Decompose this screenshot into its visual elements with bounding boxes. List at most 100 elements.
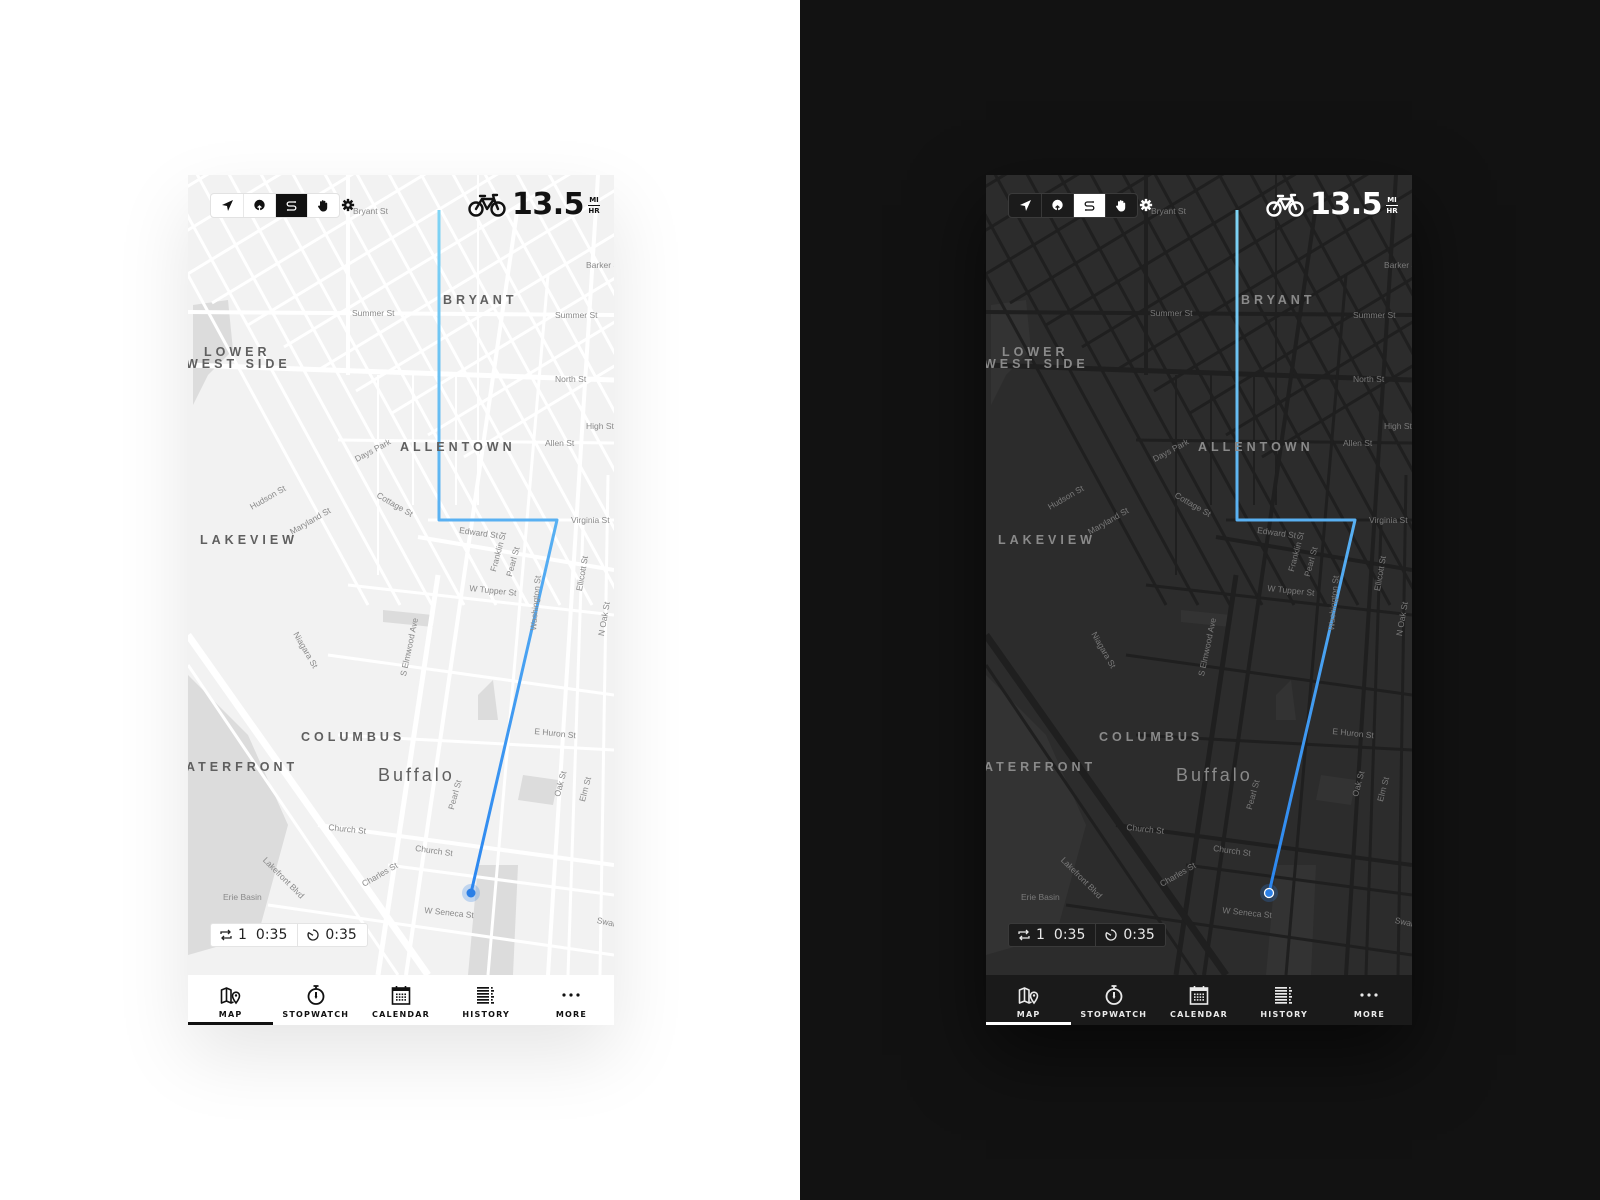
street-label: High St bbox=[586, 421, 614, 431]
mode-button-segments[interactable] bbox=[275, 194, 307, 217]
map-mode-toolbar bbox=[1008, 193, 1138, 218]
city-label: Buffalo bbox=[1176, 765, 1253, 785]
mode-button-pan[interactable] bbox=[307, 194, 339, 217]
nav-tab-map[interactable]: MAP bbox=[986, 975, 1072, 1025]
street-label: Summer St bbox=[352, 308, 395, 318]
settings-button[interactable] bbox=[1138, 197, 1154, 213]
stopwatch-icon bbox=[1105, 985, 1123, 1005]
neighborhood-label: BRYANT bbox=[1241, 293, 1316, 307]
nav-tab-history[interactable]: HISTORY bbox=[444, 975, 529, 1025]
street-label: Virginia St bbox=[1369, 515, 1408, 525]
nav-tab-label: CALENDAR bbox=[1170, 1010, 1228, 1019]
active-tab-indicator bbox=[986, 1022, 1072, 1025]
street-label: Summer St bbox=[555, 310, 598, 320]
street-label: Barker St bbox=[586, 260, 614, 270]
street-label: Erie Basin bbox=[1021, 892, 1060, 902]
tab-indicator bbox=[1327, 1022, 1412, 1025]
mode-button-route[interactable] bbox=[1041, 194, 1073, 217]
nav-tab-history[interactable]: HISTORY bbox=[1242, 975, 1327, 1025]
street-label: Allen St bbox=[545, 438, 575, 448]
street-label: North St bbox=[555, 374, 587, 384]
map-block bbox=[518, 775, 558, 805]
repeat-icon bbox=[220, 929, 232, 941]
map-view[interactable]: BRYANT LOWER WEST SIDE ALLENTOWN LAKEVIEW COL… bbox=[188, 175, 614, 975]
navigation-arrow-icon bbox=[1019, 200, 1031, 211]
nav-tab-label: MAP bbox=[218, 1010, 243, 1019]
map-mode-toolbar bbox=[210, 193, 340, 218]
list-icon bbox=[477, 987, 495, 1004]
dark-phone-screen: BRYANT LOWER WEST SIDE ALLENTOWN LAKEVIEW COL… bbox=[986, 175, 1412, 1025]
lap-segment: 1 0:35 bbox=[211, 924, 297, 946]
timer-icon bbox=[1105, 929, 1117, 941]
speed-units: MI HR bbox=[1386, 196, 1398, 215]
total-segment: 0:35 bbox=[1095, 924, 1164, 946]
tab-indicator bbox=[1242, 1022, 1327, 1025]
nav-tab-stopwatch[interactable]: STOPWATCH bbox=[1071, 975, 1156, 1025]
nav-tab-label: MORE bbox=[555, 1010, 587, 1019]
more-dots-icon bbox=[562, 993, 581, 997]
speed-unit-time: HR bbox=[588, 206, 600, 215]
lap-time: 0:35 bbox=[255, 927, 288, 943]
mode-button-segments[interactable] bbox=[1073, 194, 1105, 217]
speed-units: MI HR bbox=[588, 196, 600, 215]
street-label: High St bbox=[1384, 421, 1412, 431]
speed-unit-distance: MI bbox=[589, 195, 599, 204]
nav-tab-map[interactable]: MAP bbox=[188, 975, 274, 1025]
neighborhood-label: COLUMBUS bbox=[1099, 730, 1204, 744]
map-streets bbox=[986, 175, 1412, 975]
city-label: Buffalo bbox=[378, 765, 455, 785]
timer-chip[interactable]: 1 0:35 0:35 bbox=[1008, 923, 1166, 947]
current-location-dot bbox=[1263, 887, 1275, 899]
nav-tab-calendar[interactable]: CALENDAR bbox=[1156, 975, 1241, 1025]
mode-button-navigate[interactable] bbox=[211, 194, 243, 217]
tab-indicator bbox=[358, 1022, 443, 1025]
map-block bbox=[1316, 775, 1356, 805]
current-location-dot bbox=[466, 888, 476, 898]
settings-button[interactable] bbox=[340, 197, 356, 213]
hand-icon bbox=[318, 200, 328, 212]
neighborhood-label: ATERFRONT bbox=[188, 760, 299, 774]
active-tab-indicator bbox=[188, 1022, 274, 1025]
mode-button-route[interactable] bbox=[243, 194, 275, 217]
nav-tab-label: HISTORY bbox=[1260, 1010, 1309, 1019]
nav-tab-more[interactable]: MORE bbox=[529, 975, 614, 1025]
street-label: Bryant St bbox=[1151, 206, 1186, 216]
calendar-icon bbox=[1189, 986, 1209, 1005]
list-icon bbox=[1275, 987, 1293, 1004]
repeat-icon bbox=[1018, 929, 1030, 941]
map-streets bbox=[188, 175, 614, 975]
map-pin-icon bbox=[1018, 987, 1038, 1005]
tab-indicator bbox=[273, 1022, 358, 1025]
mode-button-pan[interactable] bbox=[1105, 194, 1137, 217]
lap-time: 0:35 bbox=[1053, 927, 1086, 943]
speed-readout: 13.5 MI HR bbox=[1266, 189, 1398, 221]
nav-tab-more[interactable]: MORE bbox=[1327, 975, 1412, 1025]
nav-tab-label: MAP bbox=[1016, 1010, 1041, 1019]
neighborhood-label: WEST SIDE bbox=[986, 357, 1089, 371]
nav-tab-calendar[interactable]: CALENDAR bbox=[358, 975, 443, 1025]
bottom-nav: MAP STOPWATCH CALENDAR HISTORY MORE bbox=[188, 975, 614, 1025]
street-label: Erie Basin bbox=[223, 892, 262, 902]
mode-button-navigate[interactable] bbox=[1009, 194, 1041, 217]
neighborhood-label: ALLENTOWN bbox=[1198, 440, 1314, 454]
neighborhood-label: LAKEVIEW bbox=[200, 533, 298, 547]
nav-tab-label: MORE bbox=[1353, 1010, 1385, 1019]
bicycle-icon bbox=[1266, 193, 1304, 217]
bicycle-icon bbox=[468, 193, 506, 217]
total-time: 0:35 bbox=[325, 927, 357, 943]
map-view[interactable]: BRYANT LOWER WEST SIDE ALLENTOWN LAKEVIEW COL… bbox=[986, 175, 1412, 975]
total-segment: 0:35 bbox=[297, 924, 366, 946]
lap-segment: 1 0:35 bbox=[1009, 924, 1095, 946]
nav-tab-label: STOPWATCH bbox=[1080, 1010, 1148, 1019]
neighborhood-label: ALLENTOWN bbox=[400, 440, 516, 454]
map-pin-icon bbox=[220, 987, 240, 1005]
hand-icon bbox=[1116, 200, 1126, 212]
street-label: Summer St bbox=[1150, 308, 1193, 318]
timer-chip[interactable]: 1 0:35 0:35 bbox=[210, 923, 368, 947]
nav-tab-stopwatch[interactable]: STOPWATCH bbox=[273, 975, 358, 1025]
tab-indicator bbox=[1071, 1022, 1156, 1025]
tree-pin-icon bbox=[254, 199, 265, 212]
stopwatch-icon bbox=[307, 985, 325, 1005]
gear-icon bbox=[341, 198, 355, 212]
speed-value: 13.5 bbox=[511, 187, 585, 222]
